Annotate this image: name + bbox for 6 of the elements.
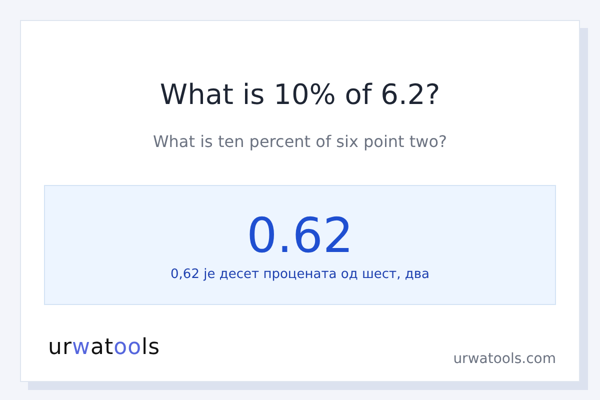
site-url: urwatools.com — [453, 350, 556, 369]
result-sentence: 0,62 је десет процената од шест, два — [170, 266, 430, 284]
result-value: 0.62 — [246, 208, 354, 264]
logo: urwatools — [47, 335, 160, 361]
question-subtitle: What is ten percent of six point two? — [152, 131, 448, 153]
question-title: What is 10% of 6.2? — [158, 77, 442, 113]
